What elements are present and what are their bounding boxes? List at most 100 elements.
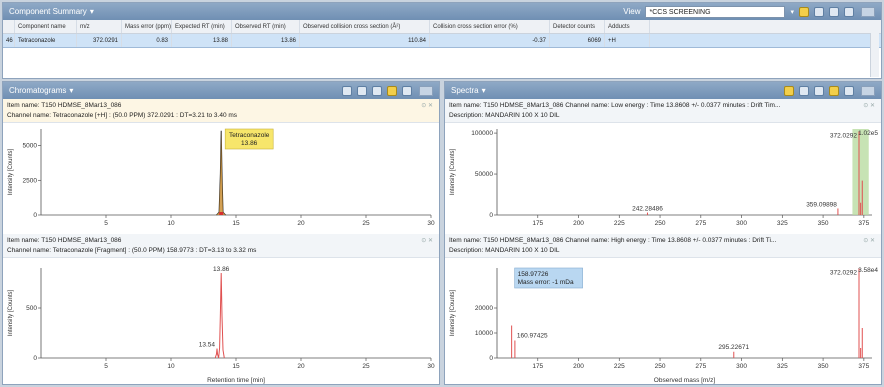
pin-icon[interactable]: ⊙ ✕ <box>863 236 875 246</box>
spectra-header: Spectra ▾ <box>445 82 881 99</box>
chromatograms-title[interactable]: Chromatograms <box>9 86 66 95</box>
column-header[interactable]: m/z <box>77 20 122 33</box>
x-tick-label: 200 <box>573 363 584 370</box>
x-tick-label: 225 <box>614 220 625 227</box>
x-tick-label: 30 <box>427 220 435 227</box>
column-header[interactable]: Adducts <box>605 20 650 33</box>
add-icon[interactable] <box>844 85 854 96</box>
x-tick-label: 350 <box>818 363 829 370</box>
component-name-cell: Tetraconazole <box>15 34 77 47</box>
chromatogram2-plot: 5 10 15 20 25 30 0 500 Intensity [Counts] Retenti… <box>8 266 435 384</box>
filter-icon[interactable] <box>799 6 809 17</box>
x-tick-label: 300 <box>736 220 747 227</box>
chart-icon[interactable] <box>829 85 839 96</box>
spectra-title[interactable]: Spectra <box>451 86 479 95</box>
view-label: View <box>623 7 641 16</box>
series-line <box>214 272 225 359</box>
table-row[interactable]: 46 Tetraconazole 372.0291 0.83 13.88 13.… <box>3 34 881 48</box>
window-restore-button[interactable] <box>861 6 875 17</box>
chevron-down-icon[interactable]: ▾ <box>90 7 94 16</box>
pin-icon[interactable]: ⊙ ✕ <box>421 101 433 111</box>
copy-icon[interactable] <box>799 85 809 96</box>
y-tick-label: 0 <box>489 212 493 219</box>
ccs-error-cell: -0.37 <box>430 34 550 47</box>
settings-icon[interactable] <box>829 6 839 17</box>
column-header[interactable]: Component name <box>15 20 77 33</box>
print-icon[interactable] <box>814 85 824 96</box>
x-tick-label: 175 <box>532 220 543 227</box>
x-tick-label: 25 <box>362 220 370 227</box>
y-tick-label: 20000 <box>475 305 493 312</box>
x-tick-label: 15 <box>232 363 240 370</box>
peak-label: 295.22671 <box>718 344 749 351</box>
column-header[interactable]: Observed RT (min) <box>232 20 300 33</box>
x-tick-label: 30 <box>427 363 435 370</box>
y-tick-label: 5000 <box>23 143 38 150</box>
component-summary-title[interactable]: Component Summary <box>9 7 87 16</box>
x-tick-label: 300 <box>736 363 747 370</box>
column-header[interactable]: Mass error (ppm) <box>122 20 172 33</box>
spectra-panel: Spectra ▾ Item name: T150 HDMSE_8Mar13_0… <box>444 81 882 385</box>
x-tick-label: 350 <box>818 220 829 227</box>
summary-table-header: Component name m/z Mass error (ppm) Expe… <box>3 20 881 34</box>
column-header[interactable]: Expected RT (min) <box>172 20 232 33</box>
observed-rt-cell: 13.86 <box>232 34 300 47</box>
copy-icon[interactable] <box>357 85 367 96</box>
column-header[interactable] <box>3 20 15 33</box>
y-tick-label: 100000 <box>471 130 493 137</box>
view-select[interactable]: *CCS SCREENING <box>645 5 786 18</box>
y-axis-label: Intensity [Counts] <box>450 289 456 336</box>
y-tick-label: 50000 <box>475 171 493 178</box>
peak-label: 372.0292 <box>830 132 857 139</box>
adducts-cell: +H <box>605 34 650 47</box>
vertical-scrollbar[interactable] <box>870 33 879 77</box>
x-tick-label: 275 <box>695 363 706 370</box>
x-tick-label: 10 <box>167 363 175 370</box>
chart-icon[interactable] <box>387 85 397 96</box>
chevron-down-icon[interactable]: ▾ <box>482 86 486 95</box>
column-header[interactable]: Observed collision cross section (Å²) <box>300 20 430 33</box>
spectrum1-header: Item name: T150 HDMSE_8Mar13_086 Channel… <box>445 99 881 123</box>
row-index: 46 <box>3 34 15 47</box>
peak-label: 359.09898 <box>806 201 837 208</box>
export-icon[interactable] <box>844 6 854 17</box>
y-axis-label: Intensity [Counts] <box>8 289 14 336</box>
ccs-cell: 110.84 <box>300 34 430 47</box>
dropdown-arrow-icon[interactable]: ▾ <box>790 8 794 16</box>
y-tick-label: 0 <box>33 212 37 219</box>
x-tick-label: 20 <box>297 363 305 370</box>
x-tick-label: 275 <box>695 220 706 227</box>
x-axis-label: Observed mass [m/z] <box>654 377 716 384</box>
x-tick-label: 325 <box>777 363 788 370</box>
x-tick-label: 175 <box>532 363 543 370</box>
peak-annotation-value: 13.86 <box>241 140 258 147</box>
chromatograms-header: Chromatograms ▾ <box>3 82 439 99</box>
zoom-icon[interactable] <box>342 85 352 96</box>
column-header[interactable]: Collision cross section error (%) <box>430 20 550 33</box>
x-tick-label: 20 <box>297 220 305 227</box>
x-tick-label: 25 <box>362 363 370 370</box>
spectrum2-plot: 175 200 225 250 275 300 325 350 375 0 10000 20000 In… <box>450 267 878 384</box>
x-tick-label: 15 <box>232 220 240 227</box>
pin-icon[interactable]: ⊙ ✕ <box>421 236 433 246</box>
tooltip-error: Mass error: -1 mDa <box>518 279 574 286</box>
add-icon[interactable] <box>402 85 412 96</box>
channel-name: Channel name: Tetraconazole [+H] : (50.0… <box>7 112 238 119</box>
column-header[interactable]: Detector counts <box>550 20 605 33</box>
x-tick-label: 375 <box>858 363 869 370</box>
y-tick-label: 0 <box>33 355 37 362</box>
zoom-icon[interactable] <box>784 85 794 96</box>
window-restore-button[interactable] <box>419 85 433 96</box>
x-tick-label: 5 <box>104 363 108 370</box>
selection-highlight <box>852 129 869 215</box>
print-icon[interactable] <box>372 85 382 96</box>
mass-error-cell: 0.83 <box>122 34 172 47</box>
x-axis-label: Retention time [min] <box>207 377 265 384</box>
pin-icon[interactable]: ⊙ ✕ <box>863 101 875 111</box>
chevron-down-icon[interactable]: ▾ <box>69 86 73 95</box>
y-axis-label: Intensity [Counts] <box>8 148 14 195</box>
description: Description: MANDARIN 100 X 10 DIL <box>449 247 560 254</box>
window-restore-button[interactable] <box>861 85 875 96</box>
refresh-icon[interactable] <box>814 6 824 17</box>
x-tick-label: 10 <box>167 220 175 227</box>
